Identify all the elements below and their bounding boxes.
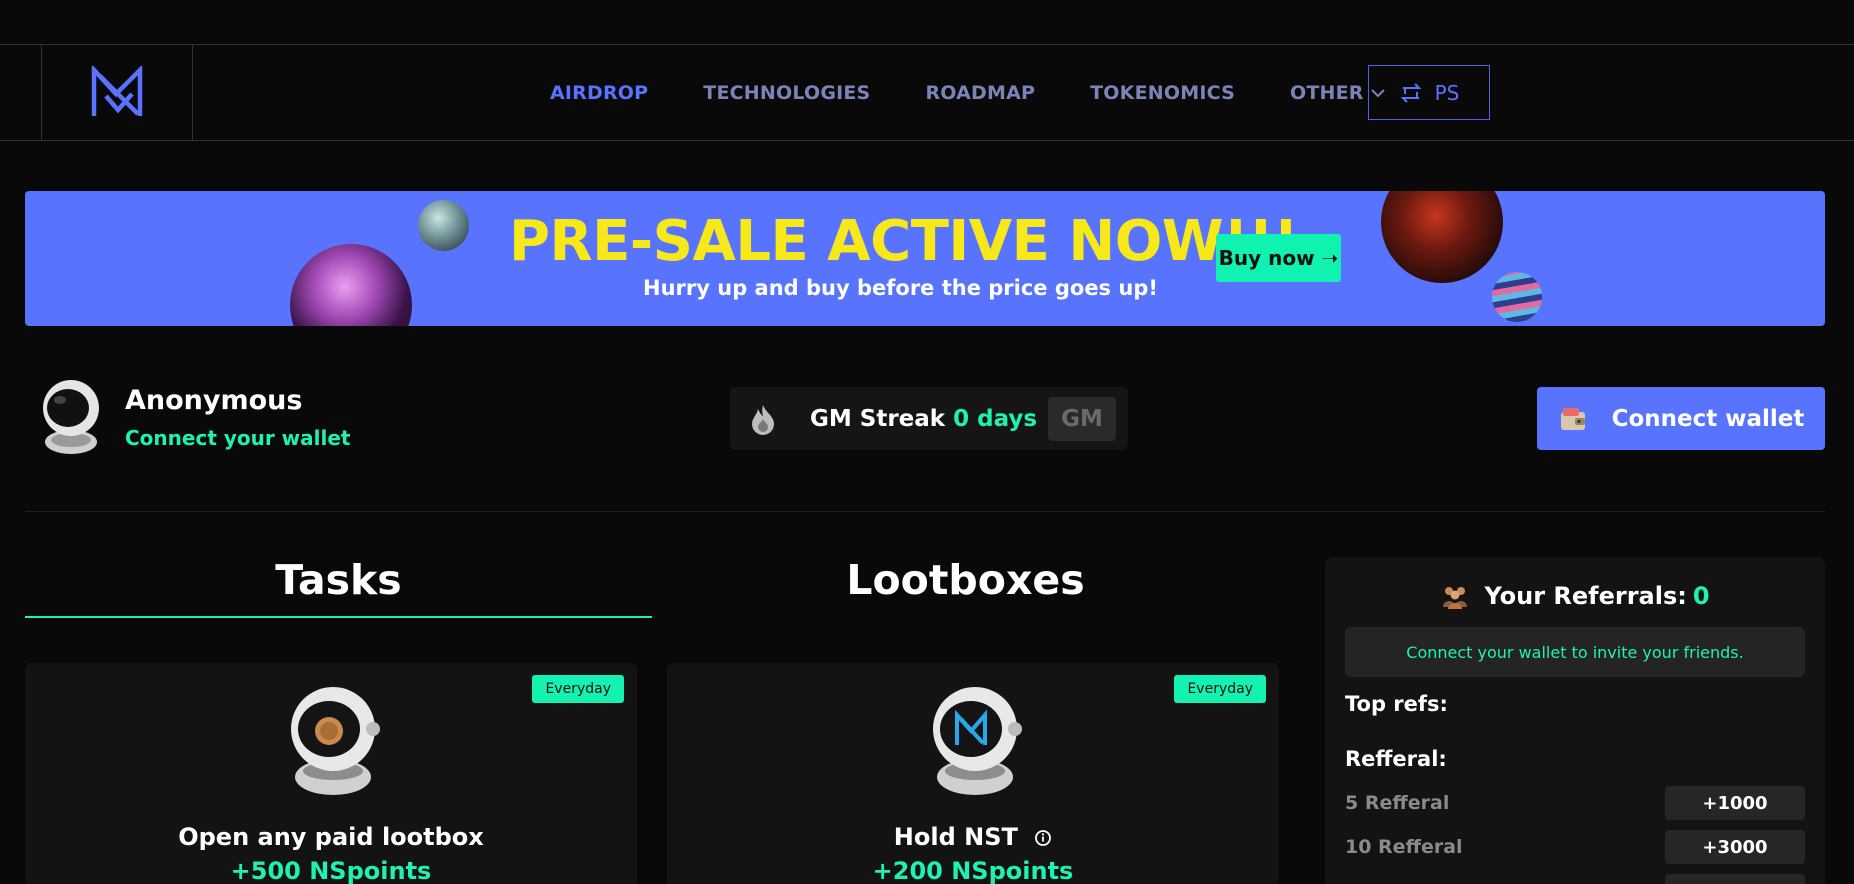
- section-divider: [25, 511, 1825, 512]
- planet-lava-image: [1381, 191, 1503, 283]
- ps-button[interactable]: PS: [1368, 65, 1490, 120]
- main-nav: AIRDROP TECHNOLOGIES ROADMAP TOKENOMICS …: [550, 45, 1386, 141]
- banner-subtitle: Hurry up and buy before the price goes u…: [643, 276, 1158, 300]
- gm-streak-text: GM Streak 0 days: [810, 406, 1037, 432]
- task-card[interactable]: Everyday Open any paid lootbox +500 NSpo…: [25, 663, 637, 884]
- referrals-panel: Your Referrals: 0 Connect your wallet to…: [1325, 557, 1825, 884]
- page: AIRDROP TECHNOLOGIES ROADMAP TOKENOMICS …: [0, 0, 1854, 884]
- astronaut-logo-helmet-icon: [933, 687, 1022, 795]
- flame-icon: [752, 404, 774, 435]
- planet-purple-image: [290, 244, 412, 326]
- gm-streak-days: 0 days: [953, 405, 1038, 432]
- presale-banner: PRE-SALE ACTIVE NOW!!! Hurry up and buy …: [25, 191, 1825, 326]
- referral-tier-row-partial: [1345, 874, 1805, 884]
- brand-logo-icon: [91, 66, 143, 116]
- nav-roadmap[interactable]: ROADMAP: [925, 82, 1035, 104]
- referral-tier-row: 5 Refferal +1000: [1345, 786, 1805, 820]
- gm-streak-label: GM Streak: [810, 405, 946, 432]
- gm-button[interactable]: GM: [1048, 397, 1116, 441]
- connect-wallet-link[interactable]: Connect your wallet: [125, 426, 351, 450]
- frequency-badge: Everyday: [1174, 675, 1266, 703]
- nav-other-label: OTHER: [1289, 82, 1364, 104]
- top-refs-label: Top refs:: [1345, 692, 1448, 716]
- astronaut-avatar-icon: [43, 380, 99, 454]
- referral-tier-value: +1000: [1665, 786, 1805, 820]
- referrals-header: Your Referrals: 0: [1325, 581, 1825, 611]
- frequency-badge: Everyday: [532, 675, 624, 703]
- referral-tier-name: 5 Refferal: [1345, 792, 1450, 814]
- wallet-icon: [1560, 407, 1585, 430]
- referrals-title: Your Referrals:: [1484, 582, 1687, 610]
- planet-small-image: [418, 200, 469, 251]
- top-header: AIRDROP TECHNOLOGIES ROADMAP TOKENOMICS …: [0, 44, 1854, 141]
- info-icon[interactable]: [1034, 829, 1052, 847]
- task-title: Hold NST: [893, 823, 1018, 851]
- task-title-row: Hold NST: [667, 823, 1279, 851]
- task-points: +200 NSpoints: [872, 857, 1074, 884]
- gm-streak-panel: GM Streak 0 days GM: [730, 387, 1128, 450]
- referral-tier-value: +3000: [1665, 830, 1805, 864]
- swap-icon: [1400, 82, 1422, 103]
- referrals-note: Connect your wallet to invite your frien…: [1345, 627, 1805, 677]
- ps-label: PS: [1434, 80, 1460, 105]
- nav-airdrop[interactable]: AIRDROP: [550, 82, 648, 104]
- task-points: +500 NSpoints: [230, 857, 432, 884]
- user-name: Anonymous: [125, 385, 303, 416]
- task-title: Open any paid lootbox: [178, 823, 484, 851]
- banner-title: PRE-SALE ACTIVE NOW!!!: [509, 209, 1299, 274]
- referrals-count: 0: [1692, 582, 1710, 610]
- connect-wallet-button[interactable]: Connect wallet: [1537, 387, 1825, 450]
- tab-tasks[interactable]: Tasks: [25, 556, 652, 618]
- task-card[interactable]: Everyday Hold NST +200 NSpoints: [667, 663, 1279, 884]
- connect-wallet-label: Connect wallet: [1611, 405, 1805, 432]
- nav-technologies[interactable]: TECHNOLOGIES: [703, 82, 870, 104]
- referral-tiers-label: Refferal:: [1345, 747, 1447, 771]
- referral-tier-value: [1665, 874, 1805, 884]
- planet-striped-image: [1492, 272, 1542, 322]
- astronaut-coin-helmet-icon: [291, 687, 380, 795]
- tab-lootboxes[interactable]: Lootboxes: [652, 556, 1279, 604]
- referral-tier-row: 10 Refferal +3000: [1345, 830, 1805, 864]
- nav-tokenomics[interactable]: TOKENOMICS: [1090, 82, 1235, 104]
- logo[interactable]: [41, 45, 193, 141]
- referral-tier-name: 10 Refferal: [1345, 836, 1463, 858]
- people-group-icon: [1443, 587, 1468, 609]
- buy-now-button[interactable]: Buy now ➝: [1216, 234, 1341, 282]
